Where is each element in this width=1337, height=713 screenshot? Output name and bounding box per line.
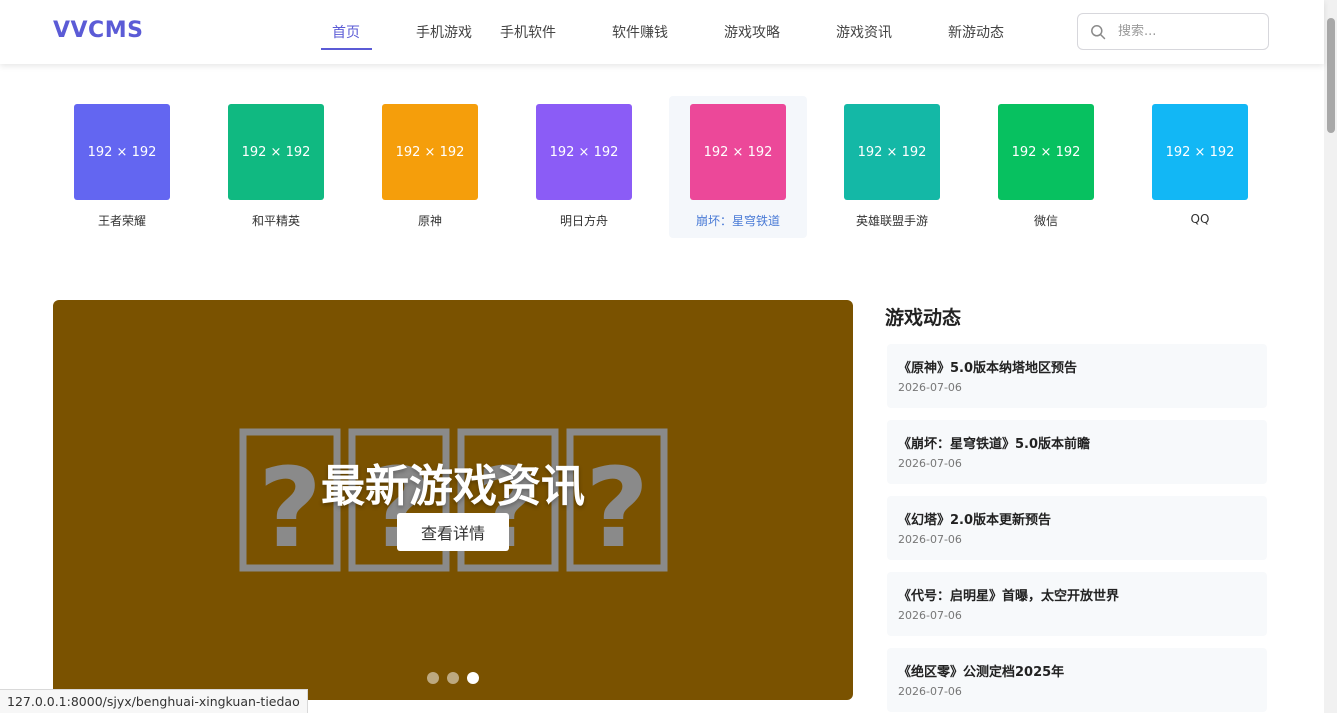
app-thumbnail: 192 × 192 [1152, 104, 1248, 200]
app-item[interactable]: 192 × 192 崩坏：星穹铁道 [669, 96, 807, 238]
news-date: 2026-07-06 [898, 381, 962, 394]
news-title[interactable]: 《绝区零》公测定档2025年 [898, 661, 1064, 680]
app-name: 微信 [1033, 214, 1058, 228]
page-scrollbar[interactable] [1324, 0, 1337, 713]
nav-item-earn-money[interactable]: 软件赚钱 [612, 0, 668, 64]
sidebar-title: 游戏动态 [885, 307, 962, 329]
app-thumbnail: 192 × 192 [228, 104, 324, 200]
carousel-dots [427, 672, 479, 684]
nav-item-mobile-games[interactable]: 手机游戏 [416, 0, 472, 64]
app-item[interactable]: 192 × 192 和平精英 [207, 96, 345, 238]
app-item[interactable]: 192 × 192 QQ [1131, 96, 1269, 238]
news-title[interactable]: 《原神》5.0版本纳塔地区预告 [898, 357, 1077, 376]
carousel-dot[interactable] [447, 672, 459, 684]
news-title[interactable]: 《崩坏：星穹铁道》5.0版本前瞻 [898, 433, 1090, 452]
nav-item-mobile-software[interactable]: 手机软件 [500, 0, 556, 64]
app-item[interactable]: 192 × 192 英雄联盟手游 [823, 96, 961, 238]
site-logo[interactable]: VVCMS [53, 18, 143, 43]
main-nav: 首页 手机游戏 手机软件 软件赚钱 游戏攻略 游戏资讯 新游动态 [320, 0, 1004, 64]
search-input[interactable] [1118, 24, 1258, 39]
nav-item-game-news[interactable]: 游戏资讯 [836, 0, 892, 64]
carousel-dot[interactable] [427, 672, 439, 684]
app-thumbnail: 192 × 192 [536, 104, 632, 200]
news-title[interactable]: 《幻塔》2.0版本更新预告 [898, 509, 1051, 528]
search-icon [1091, 24, 1106, 39]
app-thumbnail: 192 × 192 [844, 104, 940, 200]
app-name: 英雄联盟手游 [855, 214, 928, 228]
news-title[interactable]: 《代号：启明星》首曝，太空开放世界 [898, 585, 1119, 604]
news-item[interactable]: 《幻塔》2.0版本更新预告 2026-07-06 [887, 496, 1267, 560]
banner-title: 最新游戏资讯 [321, 461, 585, 512]
news-date: 2026-07-06 [898, 609, 962, 622]
news-item[interactable]: 《代号：启明星》首曝，太空开放世界 2026-07-06 [887, 572, 1267, 636]
app-item[interactable]: 192 × 192 明日方舟 [515, 96, 653, 238]
news-item[interactable]: 《崩坏：星穹铁道》5.0版本前瞻 2026-07-06 [887, 420, 1267, 484]
news-date: 2026-07-06 [898, 685, 962, 698]
app-thumbnail: 192 × 192 [382, 104, 478, 200]
view-details-button[interactable]: 查看详情 [397, 513, 509, 551]
news-date: 2026-07-06 [898, 457, 962, 470]
app-grid: 192 × 192 王者荣耀 192 × 192 和平精英 192 × 192 … [53, 96, 1269, 238]
nav-item-game-guides[interactable]: 游戏攻略 [724, 0, 780, 64]
app-thumbnail: 192 × 192 [690, 104, 786, 200]
app-name: 崩坏：星穹铁道 [695, 214, 780, 228]
app-name: QQ [1190, 212, 1210, 226]
app-name: 王者荣耀 [97, 214, 146, 228]
app-thumbnail: 192 × 192 [998, 104, 1094, 200]
app-thumbnail: 192 × 192 [74, 104, 170, 200]
app-name: 明日方舟 [559, 214, 608, 228]
app-item[interactable]: 192 × 192 原神 [361, 96, 499, 238]
scrollbar-thumb[interactable] [1327, 18, 1335, 133]
browser-status-url: 127.0.0.1:8000/sjyx/benghuai-xingkuan-ti… [0, 689, 308, 713]
app-item[interactable]: 192 × 192 王者荣耀 [53, 96, 191, 238]
news-item[interactable]: 《原神》5.0版本纳塔地区预告 2026-07-06 [887, 344, 1267, 408]
site-header: VVCMS 首页 手机游戏 手机软件 软件赚钱 游戏攻略 游戏资讯 新游动态 [0, 0, 1324, 64]
search-box[interactable] [1077, 13, 1269, 50]
app-name: 和平精英 [251, 214, 300, 228]
nav-item-new-games[interactable]: 新游动态 [948, 0, 1004, 64]
news-date: 2026-07-06 [898, 533, 962, 546]
hero-banner[interactable]: ? ? ? ? 最新游戏资讯 查看详情 [53, 300, 853, 700]
app-item[interactable]: 192 × 192 微信 [977, 96, 1115, 238]
carousel-dot-active[interactable] [467, 672, 479, 684]
nav-item-home[interactable]: 首页 [320, 0, 372, 64]
news-item[interactable]: 《绝区零》公测定档2025年 2026-07-06 [887, 648, 1267, 712]
app-name: 原神 [417, 214, 442, 228]
